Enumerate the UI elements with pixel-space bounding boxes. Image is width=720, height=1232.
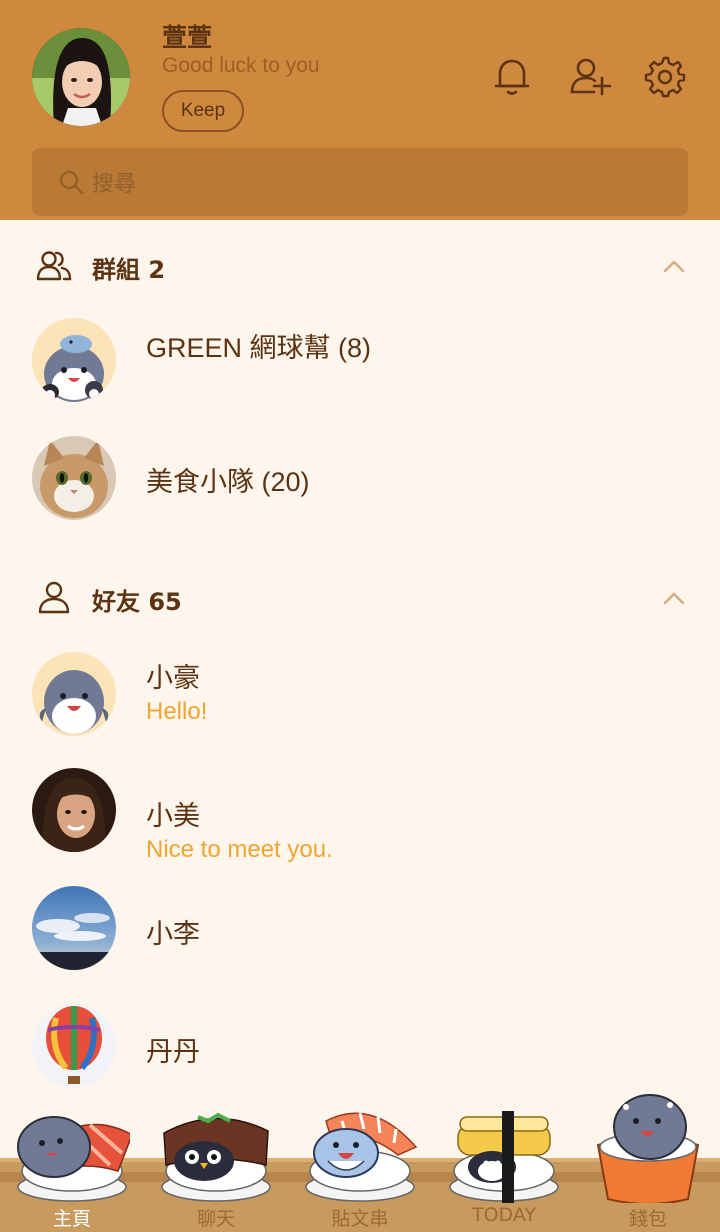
group-name: 美食小隊 (20) (146, 467, 310, 497)
profile-header: 萱萱 Good luck to you Keep 搜尋 (0, 0, 720, 220)
friends-section-title: 好友 65 (92, 588, 182, 616)
groups-section-header[interactable]: 群組 2 (0, 236, 720, 296)
nav-label-timeline: 貼文串 (331, 1208, 389, 1230)
group-avatar (32, 318, 116, 402)
friend-icon (38, 581, 70, 614)
search-icon (59, 170, 84, 195)
unagi-sushi-chat-icon (161, 1112, 271, 1202)
friend-avatar (32, 886, 116, 970)
bell-icon[interactable] (490, 54, 534, 98)
groups-section-title: 群組 2 (92, 256, 166, 284)
friend-row[interactable]: 小豪 Hello! (0, 640, 720, 750)
keep-button[interactable]: Keep (162, 90, 244, 132)
profile-name: 萱萱 (162, 23, 213, 52)
search-placeholder: 搜尋 (92, 172, 137, 197)
friend-name: 小美 (146, 801, 200, 831)
profile-status-message[interactable]: Good luck to you (162, 54, 320, 78)
settings-gear-icon[interactable] (642, 54, 686, 98)
profile-avatar[interactable] (32, 28, 130, 126)
group-icon (36, 251, 72, 281)
nav-label-today: TODAY (472, 1204, 536, 1226)
friend-row[interactable]: 小美 Nice to meet you. (0, 758, 720, 868)
friends-section-header[interactable]: 好友 65 (0, 568, 720, 628)
friend-row[interactable]: 小李 (0, 876, 720, 986)
nav-tab-chat[interactable]: 聊天 (144, 1085, 288, 1232)
friend-avatar (32, 1004, 116, 1088)
friend-status-message: Nice to meet you. (146, 836, 333, 863)
nav-tab-wallet[interactable]: 錢包 (576, 1085, 720, 1232)
group-row[interactable]: 美食小隊 (20) (0, 426, 720, 536)
nav-label-chat: 聊天 (196, 1208, 235, 1230)
group-avatar (32, 436, 116, 520)
gunkan-sushi-wallet-icon (596, 1094, 700, 1203)
group-name: GREEN 網球幫 (8) (146, 333, 372, 363)
friend-name: 小豪 (146, 663, 200, 693)
friend-avatar (32, 652, 116, 736)
tamago-sushi-today-icon (449, 1111, 559, 1203)
group-row[interactable]: GREEN 網球幫 (8) (0, 306, 720, 416)
salmon-sushi-home-icon (17, 1116, 130, 1202)
friend-name: 小李 (146, 919, 200, 949)
nav-tab-home[interactable]: 主頁 (0, 1085, 144, 1232)
friend-name: 丹丹 (146, 1037, 200, 1067)
chevron-up-icon[interactable] (660, 586, 688, 610)
nav-tab-timeline[interactable]: 貼文串 (288, 1085, 432, 1232)
add-friend-icon[interactable] (568, 54, 612, 98)
chevron-up-icon[interactable] (660, 254, 688, 278)
search-input[interactable]: 搜尋 (32, 148, 688, 216)
friend-avatar (32, 768, 116, 852)
shrimp-sushi-timeline-icon (305, 1112, 418, 1202)
friend-status-message: Hello! (146, 698, 208, 725)
nav-label-wallet: 錢包 (628, 1208, 667, 1230)
nav-tab-today[interactable]: TODAY (432, 1085, 576, 1232)
nav-label-home: 主頁 (52, 1208, 91, 1230)
